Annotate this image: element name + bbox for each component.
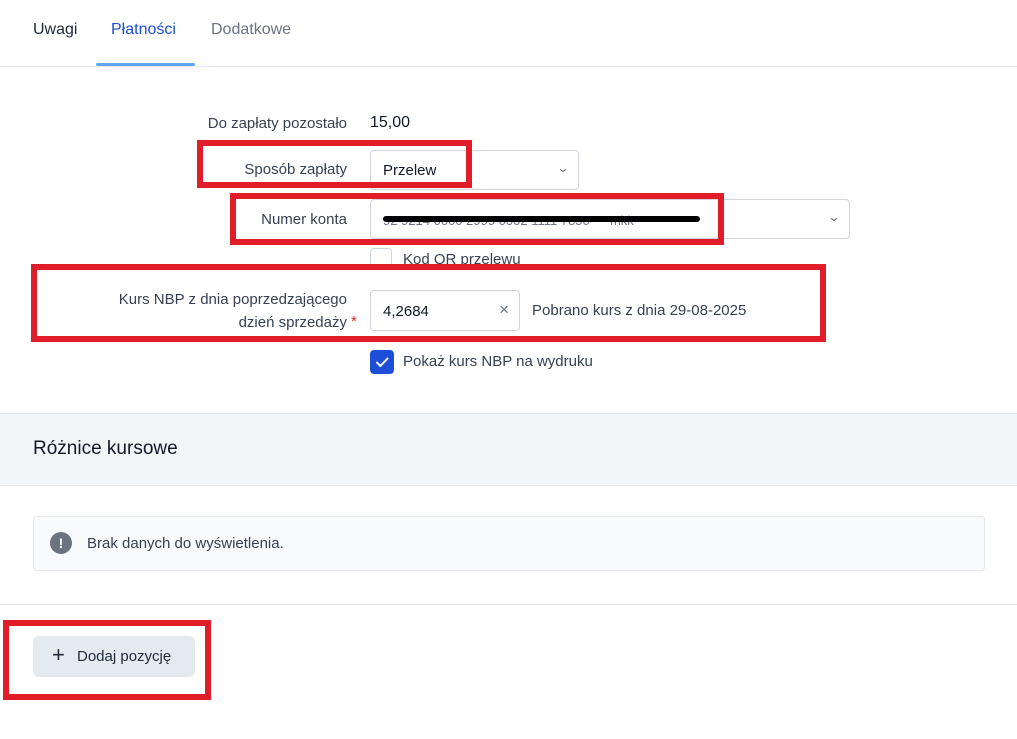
payment-method-value: Przelew — [383, 162, 437, 179]
add-item-label: Dodaj pozycję — [77, 648, 172, 665]
chevron-down-icon: ⌄ — [556, 161, 570, 175]
required-mark: * — [351, 313, 357, 330]
tab-dodatkowe[interactable]: Dodatkowe — [211, 20, 291, 40]
nbp-rate-value: 4,2684 — [383, 303, 429, 320]
nbp-rate-label: Kurs NBP z dnia poprzedzającego — [118, 291, 347, 308]
divider — [0, 604, 1017, 605]
nbp-fetched-info: Pobrano kurs z dnia 29-08-2025 — [532, 302, 747, 319]
qr-checkbox[interactable] — [370, 248, 392, 270]
tab-platnosci[interactable]: Płatności — [111, 20, 176, 40]
clear-icon[interactable]: × — [499, 300, 509, 320]
remaining-value: 15,00 — [370, 114, 411, 131]
account-number-label: Numer konta — [261, 211, 347, 228]
show-rate-label: Pokaż kurs NBP na wydruku — [403, 353, 593, 370]
nbp-rate-label-line2: dzień sprzedaży — [238, 314, 347, 331]
redaction-bar — [383, 216, 700, 222]
section-title: Różnice kursowe — [33, 438, 178, 459]
empty-state-text: Brak danych do wyświetlenia. — [87, 535, 284, 552]
info-icon: ! — [50, 532, 72, 554]
tab-uwagi[interactable]: Uwagi — [33, 20, 77, 40]
active-tab-indicator — [96, 63, 195, 66]
payment-method-label: Sposób zapłaty — [244, 161, 347, 178]
plus-icon: + — [52, 642, 65, 667]
chevron-down-icon: ⌄ — [827, 210, 841, 224]
check-icon — [376, 357, 389, 367]
show-rate-checkbox[interactable] — [370, 350, 394, 374]
payment-method-select[interactable]: Przelew ⌄ — [370, 150, 579, 190]
add-item-button[interactable]: + Dodaj pozycję — [33, 636, 195, 677]
nbp-rate-input[interactable]: 4,2684 × — [370, 290, 520, 331]
remaining-label: Do zapłaty pozostało — [207, 115, 347, 132]
tab-bar: Uwagi Płatności Dodatkowe — [0, 0, 1017, 67]
account-number-select[interactable]: 92 9214 0000 2999 0002 1111 7850 — mkk ⌄ — [370, 199, 850, 239]
qr-label: Kod QR przelewu — [403, 251, 521, 268]
